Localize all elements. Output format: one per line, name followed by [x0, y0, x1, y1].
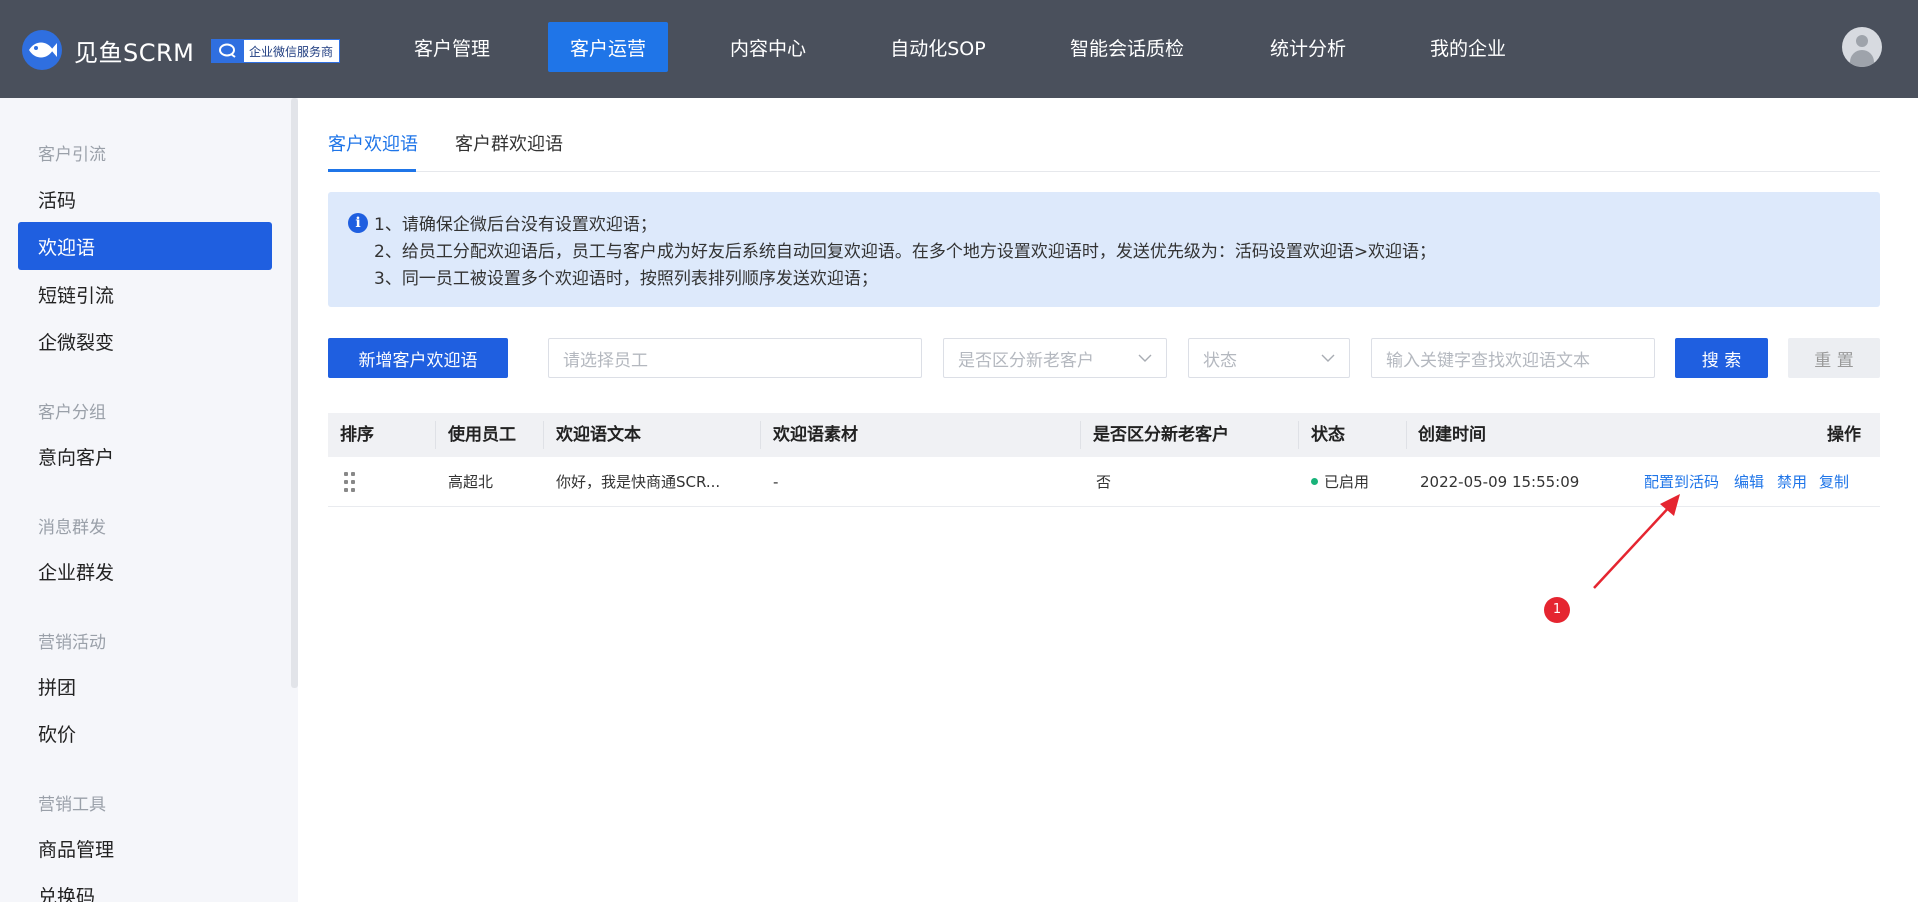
employee-select[interactable]: 请选择员工 — [548, 338, 922, 378]
sidebar-item-welcome[interactable]: 欢迎语 — [18, 222, 272, 270]
sidebar-item-bargain[interactable]: 砍价 — [18, 709, 272, 757]
col-distinguish: 是否区分新老客户 — [1093, 425, 1229, 445]
col-material: 欢迎语素材 — [773, 425, 858, 445]
table-header: 排序 使用员工 欢迎语文本 欢迎语素材 是否区分新老客户 状态 创建时间 操作 — [328, 413, 1880, 457]
brand-name: 见鱼SCRM — [74, 38, 195, 67]
edit-link[interactable]: 编辑 — [1734, 457, 1764, 507]
wecom-chat-icon — [212, 39, 244, 63]
sidebar-item-short-link[interactable]: 短链引流 — [18, 270, 272, 318]
nav-automation-sop[interactable]: 自动化SOP — [880, 22, 996, 72]
tab-customer-welcome[interactable]: 客户欢迎语 — [328, 130, 418, 156]
nav-smart-qc[interactable]: 智能会话质检 — [1062, 22, 1192, 72]
nav-my-enterprise[interactable]: 我的企业 — [1422, 22, 1514, 72]
cell-distinguish: 否 — [1096, 473, 1112, 491]
notice-line: 1、请确保企微后台没有设置欢迎语； — [374, 215, 657, 235]
nav-customer-operations[interactable]: 客户运营 — [548, 22, 668, 72]
status-dot-icon — [1311, 478, 1318, 485]
fish-logo-icon — [22, 30, 62, 70]
reset-button[interactable]: 重 置 — [1788, 338, 1880, 378]
user-avatar-icon[interactable] — [1842, 27, 1882, 67]
cell-status: 已启用 — [1311, 457, 1369, 507]
sidebar-item-redeem-code[interactable]: 兑换码 — [18, 871, 272, 902]
info-notice: i 1、请确保企微后台没有设置欢迎语； 2、给员工分配欢迎语后，员工与客户成为好… — [328, 192, 1880, 307]
drag-handle-icon[interactable] — [344, 472, 356, 494]
search-button[interactable]: 搜 索 — [1675, 338, 1768, 378]
col-employee: 使用员工 — [448, 425, 516, 445]
nav-customer-management[interactable]: 客户管理 — [402, 22, 502, 72]
notice-line: 2、给员工分配欢迎语后，员工与客户成为好友后系统自动回复欢迎语。在多个地方设置欢… — [374, 242, 1437, 262]
copy-link[interactable]: 复制 — [1819, 457, 1849, 507]
col-welcome-text: 欢迎语文本 — [556, 425, 641, 445]
sidebar-item-fission[interactable]: 企微裂变 — [18, 317, 272, 365]
status-placeholder: 状态 — [1203, 350, 1237, 371]
sidebar-group-title: 消息群发 — [38, 518, 106, 538]
sidebar-item-products[interactable]: 商品管理 — [18, 824, 272, 872]
keyword-search-input[interactable]: 输入关键字查找欢迎语文本 — [1371, 338, 1655, 378]
sidebar: 客户引流 活码 欢迎语 短链引流 企微裂变 客户分组 意向客户 消息群发 企业群… — [0, 98, 298, 902]
col-sort: 排序 — [340, 425, 374, 445]
sidebar-item-mass-message[interactable]: 企业群发 — [18, 547, 272, 595]
add-welcome-button[interactable]: 新增客户欢迎语 — [328, 338, 508, 378]
top-navbar: 见鱼SCRM 企业微信服务商 客户管理 客户运营 内容中心 自动化SOP 智能会… — [0, 0, 1918, 98]
wecom-provider-badge: 企业微信服务商 — [211, 39, 341, 63]
col-actions: 操作 — [1827, 425, 1861, 445]
sidebar-item-intent-customers[interactable]: 意向客户 — [18, 432, 272, 480]
sidebar-group-title: 营销活动 — [38, 633, 106, 653]
col-status: 状态 — [1311, 425, 1345, 445]
sidebar-group-title: 客户分组 — [38, 403, 106, 423]
disable-link[interactable]: 禁用 — [1777, 457, 1807, 507]
badge-text: 企业微信服务商 — [249, 44, 334, 59]
sidebar-item-group-buy[interactable]: 拼团 — [18, 662, 272, 710]
active-tab-indicator — [328, 169, 416, 172]
nav-statistics[interactable]: 统计分析 — [1262, 22, 1354, 72]
sidebar-item-live-code[interactable]: 活码 — [18, 175, 272, 223]
col-created: 创建时间 — [1418, 425, 1486, 445]
sidebar-scrollbar[interactable] — [291, 98, 298, 688]
cell-employee: 高超北 — [448, 473, 494, 491]
info-icon: i — [348, 213, 368, 233]
tabs-divider — [328, 171, 1880, 172]
brand-logo[interactable]: 见鱼SCRM — [22, 30, 194, 70]
distinguish-customer-select[interactable]: 是否区分新老客户 — [943, 338, 1167, 378]
cell-material: - — [773, 473, 779, 491]
chevron-down-icon — [1321, 354, 1335, 362]
distinguish-placeholder: 是否区分新老客户 — [958, 350, 1094, 371]
annotation-arrow-icon — [1593, 494, 1680, 589]
cell-created: 2022-05-09 15:55:09 — [1420, 473, 1580, 491]
sidebar-group-title: 客户引流 — [38, 145, 106, 165]
tab-group-welcome[interactable]: 客户群欢迎语 — [455, 130, 563, 156]
nav-content-center[interactable]: 内容中心 — [718, 22, 818, 72]
sidebar-group-title: 营销工具 — [38, 795, 106, 815]
status-text: 已启用 — [1324, 473, 1370, 491]
chevron-down-icon — [1138, 354, 1152, 362]
cell-welcome-text: 你好，我是快商通SCR... — [556, 473, 721, 491]
notice-line: 3、同一员工被设置多个欢迎语时，按照列表排列顺序发送欢迎语； — [374, 269, 878, 289]
status-select[interactable]: 状态 — [1188, 338, 1350, 378]
annotation-marker: 1 — [1544, 597, 1570, 623]
